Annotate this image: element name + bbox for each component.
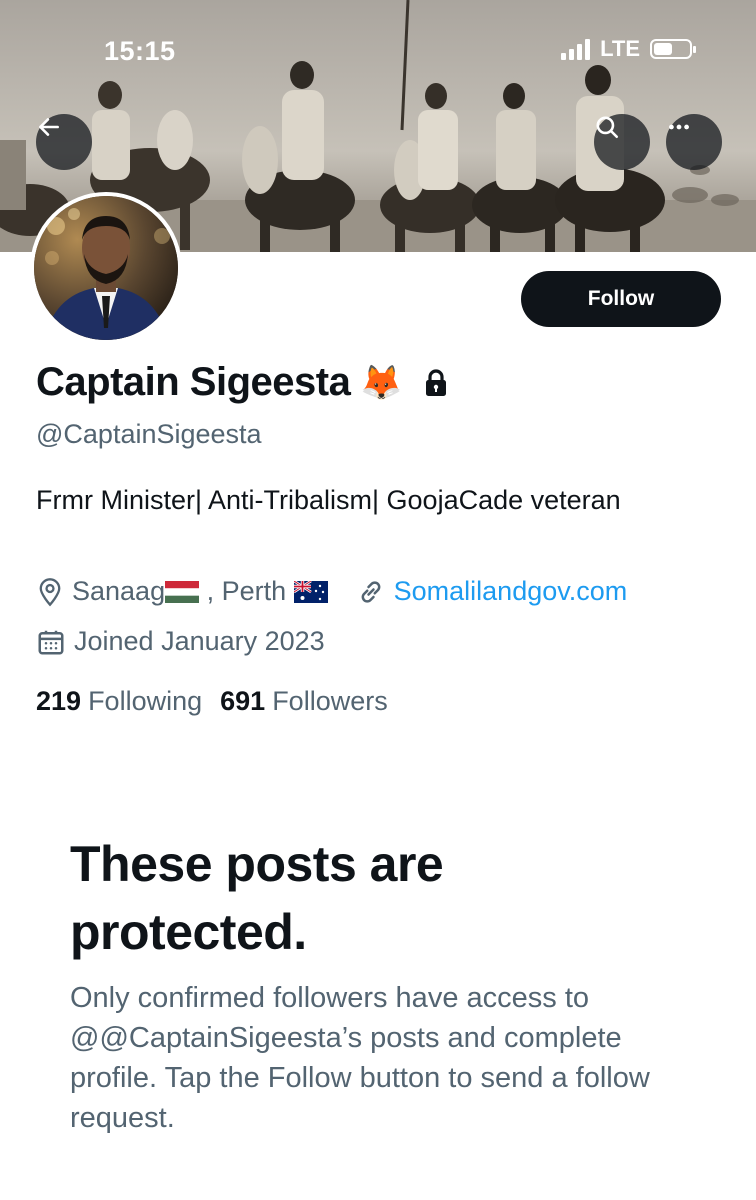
profile-name: Captain Sigeesta <box>36 360 351 404</box>
profile-bio: Frmr Minister| Anti-Tribalism| GoojaCade… <box>36 485 621 515</box>
location-text-part1: Sanaag <box>72 576 166 606</box>
calendar-icon <box>36 627 66 657</box>
followers-link[interactable]: 691 Followers <box>220 686 388 717</box>
search-icon <box>596 116 619 139</box>
profile-handle: @CaptainSigeesta <box>36 419 262 449</box>
protected-title: These posts are protected. <box>70 836 444 960</box>
hungary-flag-icon <box>165 580 200 603</box>
arrow-left-icon <box>39 118 59 136</box>
following-link[interactable]: 219 Following <box>36 686 202 717</box>
more-options-button[interactable] <box>666 114 722 170</box>
australia-flag-icon <box>293 580 328 603</box>
search-button[interactable] <box>594 114 650 170</box>
battery-icon <box>650 39 696 59</box>
followers-count: 691 <box>220 686 266 716</box>
status-indicators: LTE <box>561 36 696 62</box>
follow-counts: 219 Following 691 Followers <box>36 686 388 717</box>
lock-icon <box>423 368 449 398</box>
protected-description: Only confirmed followers have access to … <box>70 982 650 1134</box>
avatar-photo <box>34 196 178 340</box>
network-type: LTE <box>600 36 640 61</box>
fox-emoji: 🦊 <box>360 363 403 402</box>
joined-date: Joined January 2023 <box>74 626 325 656</box>
location-pin-icon <box>36 577 64 607</box>
signal-strength-icon <box>561 38 591 60</box>
following-count: 219 <box>36 686 82 716</box>
followers-label: Followers <box>272 686 388 716</box>
website-link[interactable]: Somalilandgov.com <box>394 576 628 607</box>
status-time: 15:15 <box>104 36 176 66</box>
follow-button[interactable]: Follow <box>521 271 721 327</box>
profile-name-row: Captain Sigeesta 🦊 <box>36 360 449 405</box>
link-icon <box>356 577 386 607</box>
back-button[interactable] <box>36 114 92 170</box>
avatar[interactable] <box>30 192 182 344</box>
following-label: Following <box>88 686 203 716</box>
more-horizontal-icon <box>669 124 689 130</box>
location-text-part2: , Perth <box>199 576 294 606</box>
profile-meta-row: Sanaag , Perth Somalilandgov.com <box>36 576 627 607</box>
joined-row: Joined January 2023 <box>36 626 325 657</box>
